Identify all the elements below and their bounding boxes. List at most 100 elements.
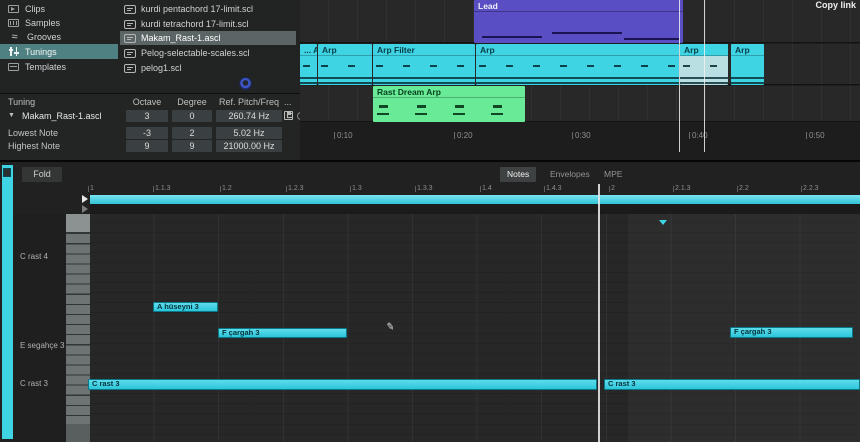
- scale-file-icon: [124, 20, 136, 29]
- time-label: 0:40: [692, 131, 708, 140]
- clip-midi-preview: [318, 56, 372, 85]
- ref-pitch-value[interactable]: 260.74 Hz: [216, 110, 282, 122]
- copy-link-button[interactable]: Copy link: [815, 0, 856, 10]
- marker-triangle-icon: [659, 220, 667, 225]
- highest-freq-value[interactable]: 21000.00 Hz: [216, 140, 282, 152]
- file-row[interactable]: pelog1.scl: [120, 61, 296, 75]
- clip-midi-preview: [300, 56, 317, 85]
- beat-label: 1.4.3: [546, 185, 562, 192]
- midi-note[interactable]: A hüseyni 3: [153, 302, 218, 312]
- midi-note[interactable]: F çargah 3: [730, 327, 853, 338]
- disclosure-triangle-icon[interactable]: ▼: [8, 112, 15, 119]
- file-row[interactable]: kurdi tetrachord 17-limit.scl: [120, 17, 296, 31]
- scale-file-icon: [124, 5, 136, 14]
- midi-note[interactable]: C rast 3: [604, 379, 860, 390]
- sidebar-item-clips[interactable]: Clips: [0, 2, 118, 16]
- playhead-line[interactable]: [704, 0, 705, 152]
- file-label: kurdi tetrachord 17-limit.scl: [141, 19, 249, 29]
- beat-label: 1.3: [352, 185, 362, 192]
- octave-value[interactable]: 3: [126, 110, 168, 122]
- sync-badge-icon: [239, 77, 252, 90]
- pitch-row-label: E segahçe 3: [20, 341, 64, 350]
- column-header-ref-pitch: Ref. Pitch/Freq: [216, 97, 282, 109]
- time-label: 0:20: [457, 131, 473, 140]
- clip-arp-2[interactable]: Arp: [476, 44, 679, 85]
- clip-title: Arp: [476, 44, 679, 56]
- clip-arp-4[interactable]: Arp: [731, 44, 764, 85]
- scale-file-icon: [124, 64, 136, 73]
- time-label: 0:30: [575, 131, 591, 140]
- clip-arp-1[interactable]: Arp: [318, 44, 372, 85]
- clip-chooser-icon[interactable]: [3, 168, 11, 177]
- arrangement-timeline[interactable]: 0:10 0:20 0:30 0:40 0:50: [300, 123, 860, 160]
- arrangement-view: Lead ... A Arp Arp Filter Arp Arp Arp: [300, 0, 860, 160]
- clip-color-strip[interactable]: [2, 165, 13, 439]
- loop-start-marker[interactable]: [82, 195, 88, 203]
- beat-label: 2.1.3: [675, 185, 691, 192]
- file-row-selected[interactable]: Makam_Rast-1.ascl: [120, 31, 296, 45]
- tab-notes[interactable]: Notes: [500, 167, 536, 182]
- file-label: kurdi pentachord 17-limit.scl: [141, 4, 253, 14]
- clips-icon: [8, 5, 19, 13]
- scale-file-icon: [124, 34, 136, 43]
- clip-midi-preview: [474, 12, 683, 43]
- pitch-label-gutter: C rast 4 E segahçe 3 C rast 3: [13, 214, 66, 442]
- fold-button[interactable]: Fold: [22, 167, 62, 182]
- sidebar-item-label: Clips: [25, 4, 45, 14]
- app-window: Clips Samples ≈ Grooves Tunings Template…: [0, 0, 860, 442]
- sidebar-item-label: Templates: [25, 62, 66, 72]
- highest-octave-value[interactable]: 9: [126, 140, 168, 152]
- piano-key-column[interactable]: [66, 214, 90, 442]
- clip-arp-filter[interactable]: Arp Filter: [373, 44, 475, 85]
- clip-arp-truncated[interactable]: ... A: [300, 44, 317, 85]
- tab-mpe[interactable]: MPE: [597, 167, 629, 182]
- clip-midi-preview: [373, 98, 525, 122]
- sidebar-item-tunings[interactable]: Tunings: [0, 44, 118, 59]
- file-label: pelog1.scl: [141, 63, 182, 73]
- time-label: 0:10: [337, 131, 353, 140]
- file-row[interactable]: kurdi pentachord 17-limit.scl: [120, 2, 296, 16]
- clip-midi-preview: [373, 56, 475, 85]
- tuning-panel-title: Tuning: [8, 97, 35, 109]
- sidebar-item-label: Samples: [25, 18, 60, 28]
- beat-label: 1.4: [482, 185, 492, 192]
- insert-marker-line[interactable]: [679, 0, 680, 152]
- midi-note[interactable]: C rast 3: [88, 379, 597, 390]
- pencil-cursor: ✎: [385, 321, 395, 333]
- file-label: Pelog-selectable-scales.scl: [141, 48, 250, 58]
- tuning-name: Makam_Rast-1.ascl: [22, 111, 102, 121]
- degree-value[interactable]: 0: [172, 110, 212, 122]
- browser-sidebar: Clips Samples ≈ Grooves Tunings Template…: [0, 0, 118, 93]
- clip-lead[interactable]: Lead: [474, 0, 683, 43]
- beat-label: 2.2.3: [803, 185, 819, 192]
- midi-note[interactable]: F çargah 3: [218, 328, 347, 338]
- samples-icon: [8, 19, 19, 27]
- lowest-degree-value[interactable]: 2: [172, 127, 212, 139]
- file-label: Makam_Rast-1.ascl: [141, 33, 221, 43]
- templates-icon: [8, 63, 19, 71]
- scrub-area[interactable]: [90, 204, 860, 214]
- sidebar-item-grooves[interactable]: ≈ Grooves: [0, 30, 118, 44]
- save-icon[interactable]: [284, 111, 293, 120]
- beat-ruler[interactable]: 1 1.1.3 1.2 1.2.3 1.3 1.3.3 1.4 1.4.3 2 …: [0, 184, 860, 195]
- tab-envelopes[interactable]: Envelopes: [543, 167, 597, 182]
- sidebar-item-templates[interactable]: Templates: [0, 60, 118, 74]
- beat-label: 1.2.3: [288, 185, 304, 192]
- sidebar-item-samples[interactable]: Samples: [0, 16, 118, 30]
- clip-title: Lead: [474, 0, 683, 12]
- column-header-octave: Octave: [126, 97, 168, 109]
- clip-title: ... A: [300, 44, 317, 56]
- highest-degree-value[interactable]: 9: [172, 140, 212, 152]
- grooves-icon: ≈: [8, 33, 21, 41]
- sidebar-item-label: Grooves: [27, 32, 61, 42]
- file-row[interactable]: Pelog-selectable-scales.scl: [120, 46, 296, 60]
- clip-rast-dream-arp[interactable]: Rast Dream Arp: [373, 86, 525, 122]
- lowest-octave-value[interactable]: -3: [126, 127, 168, 139]
- tunings-icon: [8, 47, 19, 56]
- clip-title: Arp: [318, 44, 372, 56]
- column-header-degree: Degree: [172, 97, 212, 109]
- loop-bar[interactable]: [90, 195, 860, 204]
- lowest-freq-value[interactable]: 5.02 Hz: [216, 127, 282, 139]
- clip-title: Arp Filter: [373, 44, 475, 56]
- more-options-button[interactable]: ...: [284, 97, 292, 109]
